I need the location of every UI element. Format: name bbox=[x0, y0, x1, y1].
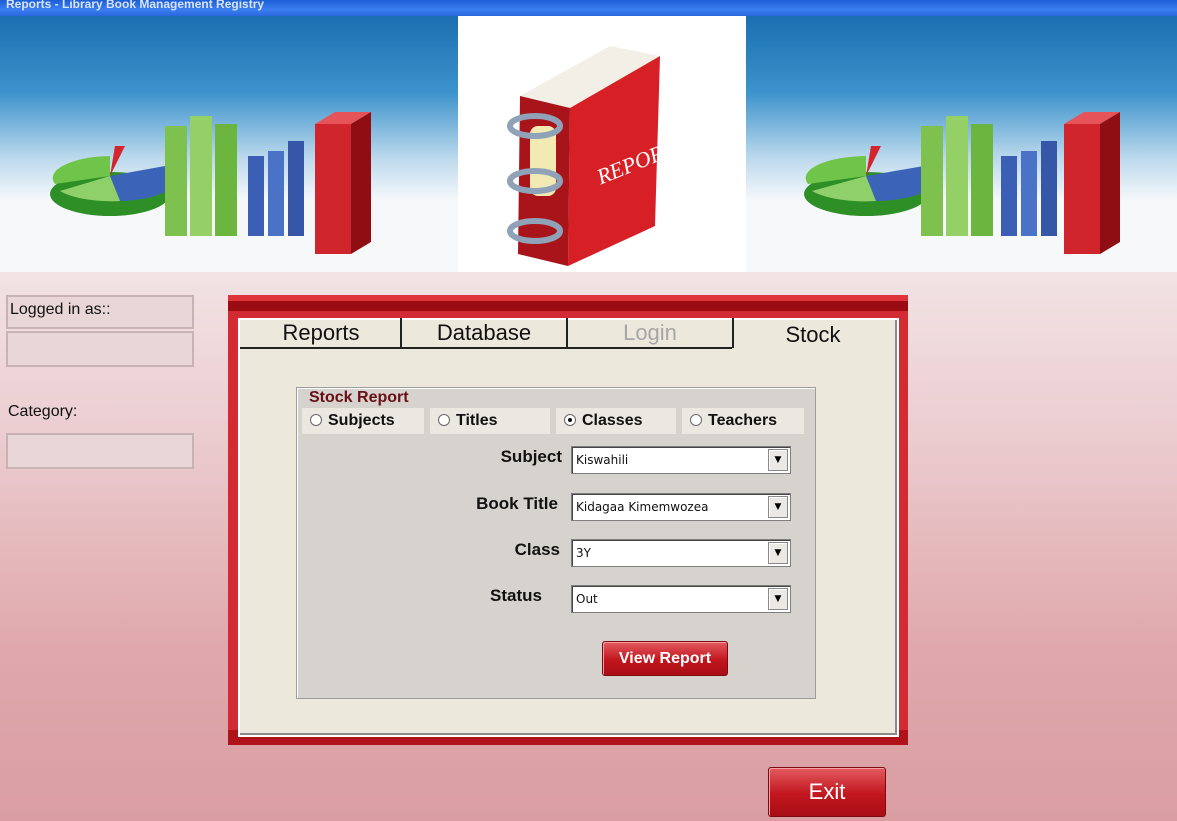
tab-login-label: Login bbox=[623, 320, 677, 345]
radio-titles-label: Titles bbox=[456, 412, 498, 429]
category-field bbox=[6, 433, 194, 469]
stock-report-legend: Stock Report bbox=[307, 389, 411, 407]
status-select-value: Out bbox=[576, 592, 598, 606]
radio-classes[interactable]: Classes bbox=[556, 408, 676, 434]
radio-teachers-label: Teachers bbox=[708, 412, 778, 429]
class-select-value: 3Y bbox=[576, 546, 591, 560]
logged-in-user-field bbox=[6, 331, 194, 367]
tab-database-label: Database bbox=[436, 320, 532, 345]
tab-strip-divider bbox=[240, 347, 732, 349]
subject-select[interactable]: Kiswahili ▼ bbox=[571, 446, 791, 474]
chevron-down-icon[interactable]: ▼ bbox=[768, 588, 788, 610]
view-report-button[interactable]: View Report bbox=[602, 641, 728, 676]
tab-stock[interactable]: Stock bbox=[734, 320, 892, 352]
tab-reports-label: Reports bbox=[282, 320, 360, 345]
book-title-label: Book Title bbox=[476, 494, 558, 513]
radio-classes-label: Classes bbox=[582, 412, 643, 429]
chart-graphic-left bbox=[50, 112, 371, 254]
exit-label: Exit bbox=[808, 779, 846, 804]
radio-titles[interactable]: Titles bbox=[430, 408, 550, 434]
chevron-down-icon[interactable]: ▼ bbox=[768, 542, 788, 564]
main-frame-top-highlight bbox=[228, 295, 908, 301]
tab-reports[interactable]: Reports bbox=[242, 318, 402, 348]
book-title-select-value: Kidagaa Kimemwozea bbox=[576, 500, 709, 514]
title-bar: Reports - Library Book Management Regist… bbox=[0, 0, 1177, 16]
radio-subjects-indicator bbox=[310, 413, 322, 426]
chart-graphic-right bbox=[804, 112, 1120, 254]
logged-in-label: Logged in as:: bbox=[10, 301, 111, 318]
chevron-down-icon[interactable]: ▼ bbox=[768, 496, 788, 518]
class-label: Class bbox=[514, 540, 560, 559]
radio-titles-indicator bbox=[438, 413, 450, 426]
radio-subjects-label: Subjects bbox=[328, 412, 395, 429]
category-label: Category: bbox=[8, 403, 78, 420]
radio-teachers-indicator bbox=[690, 413, 702, 426]
status-label: Status bbox=[490, 586, 542, 605]
view-report-label: View Report bbox=[618, 650, 712, 667]
tab-stock-label: Stock bbox=[785, 322, 841, 347]
book-title-select[interactable]: Kidagaa Kimemwozea ▼ bbox=[571, 493, 791, 521]
class-select[interactable]: 3Y ▼ bbox=[571, 539, 791, 567]
subject-select-value: Kiswahili bbox=[576, 453, 629, 467]
banner: REPORT bbox=[0, 16, 1177, 272]
radio-classes-indicator bbox=[564, 413, 576, 426]
exit-button[interactable]: Exit bbox=[768, 767, 886, 817]
radio-teachers[interactable]: Teachers bbox=[682, 408, 804, 434]
status-select[interactable]: Out ▼ bbox=[571, 585, 791, 613]
window-title: Reports - Library Book Management Regist… bbox=[6, 0, 265, 11]
report-book-logo: REPORT bbox=[507, 46, 680, 266]
tab-database[interactable]: Database bbox=[402, 318, 568, 348]
chevron-down-icon[interactable]: ▼ bbox=[768, 449, 788, 471]
tab-login[interactable]: Login bbox=[568, 318, 734, 348]
subject-label: Subject bbox=[500, 447, 562, 466]
radio-subjects[interactable]: Subjects bbox=[302, 408, 424, 434]
